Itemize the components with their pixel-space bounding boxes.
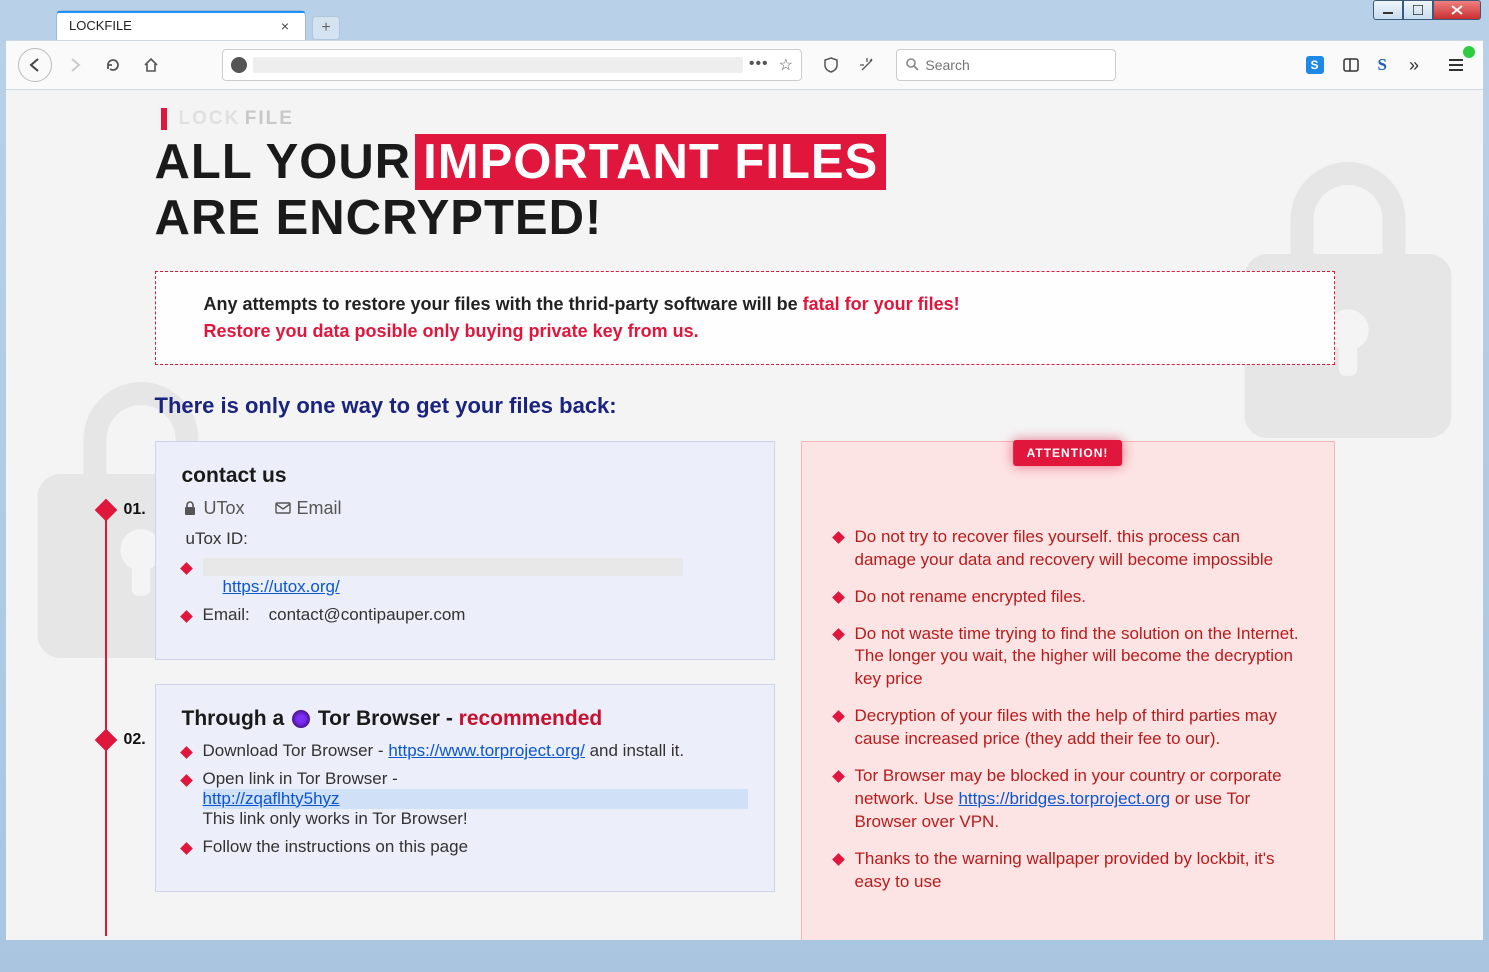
page-actions-icon[interactable]: ••• (749, 55, 769, 75)
contact-card: contact us UTox Email uTox ID: https://u… (155, 441, 775, 660)
utox-id-redacted (203, 558, 683, 576)
tab-title: LOCKFILE (69, 18, 132, 33)
utox-id-label: uTox ID: (186, 529, 248, 548)
headline-highlight: IMPORTANT FILES (415, 134, 886, 190)
contact-email: Email (275, 498, 342, 519)
timeline: 01. 02. (95, 501, 165, 776)
attention-badge: ATTENTION! (1013, 440, 1123, 466)
addon-stylus-icon[interactable]: S (1378, 55, 1387, 75)
warning-line1: Any attempts to restore your files with … (204, 294, 1286, 315)
bookmark-star-icon[interactable]: ☆ (779, 55, 793, 75)
diamond-icon (180, 842, 193, 855)
tor-heading: Through a Tor Browser - recommended (182, 707, 748, 731)
tab-strip: LOCKFILE × + (6, 6, 1483, 40)
browser-tab-active[interactable]: LOCKFILE × (56, 10, 306, 40)
attention-item: Decryption of your files with the help o… (834, 705, 1302, 751)
warning-box: Any attempts to restore your files with … (155, 271, 1335, 365)
warning-line2: Restore you data posible only buying pri… (204, 321, 1286, 342)
headline: ALL YOUR IMPORTANT FILES ARE ENCRYPTED! (155, 134, 1335, 247)
nav-forward-button (60, 50, 90, 80)
lock-icon (182, 500, 198, 516)
search-bar[interactable] (896, 49, 1116, 81)
window-maximize-button[interactable] (1403, 0, 1433, 20)
tor-onion-icon (292, 710, 310, 728)
diamond-icon (180, 562, 193, 575)
brand-row: LOCK FILE (155, 108, 1335, 130)
diamond-icon (832, 770, 845, 783)
onion-link[interactable]: http://zqaflhty5hyz (203, 789, 344, 809)
diamond-icon (832, 710, 845, 723)
step-number: 01. (124, 501, 146, 519)
url-bar[interactable]: ••• ☆ (222, 49, 802, 81)
window-close-button[interactable] (1433, 0, 1481, 20)
email-value: contact@contipauper.com (269, 605, 466, 624)
tor-card: Through a Tor Browser - recommended Down… (155, 684, 775, 892)
home-button[interactable] (136, 50, 166, 80)
diamond-icon (832, 628, 845, 641)
bridges-link[interactable]: https://bridges.torproject.org (958, 789, 1170, 808)
tor-step3: Follow the instructions on this page (203, 837, 469, 857)
browser-toolbar: ••• ☆ S S » (6, 40, 1483, 90)
contact-heading: contact us (182, 464, 748, 488)
sidebar-toggle-icon[interactable] (1336, 50, 1366, 80)
page-viewport: LOCK FILE ALL YOUR IMPORTANT FILES ARE E… (6, 90, 1483, 940)
attention-item: Do not rename encrypted files. (834, 586, 1302, 609)
search-input[interactable] (925, 57, 1107, 73)
diamond-icon (94, 728, 117, 751)
diamond-icon (832, 591, 845, 604)
brand-tick (161, 108, 167, 130)
diamond-icon (832, 853, 845, 866)
attention-item: Do not waste time trying to find the sol… (834, 623, 1302, 692)
headline-pre: ALL YOUR (155, 134, 412, 190)
reload-button[interactable] (98, 50, 128, 80)
new-tab-button[interactable]: + (312, 16, 340, 40)
diamond-icon (94, 498, 117, 521)
update-indicator-icon (1463, 46, 1475, 58)
brand-lock-text: LOCK (179, 108, 241, 129)
diamond-icon (180, 774, 193, 787)
contact-utox: UTox (182, 498, 245, 519)
brand-file-text: FILE (245, 108, 294, 129)
attention-item: Tor Browser may be blocked in your count… (834, 765, 1302, 834)
attention-item: Thanks to the warning wallpaper provided… (834, 848, 1302, 894)
tab-close-icon[interactable]: × (277, 18, 293, 34)
torproject-link[interactable]: https://www.torproject.org/ (388, 741, 585, 760)
utox-link[interactable]: https://utox.org/ (223, 577, 340, 596)
url-text-redacted (253, 57, 743, 73)
diamond-icon (180, 610, 193, 623)
email-label: Email: (203, 605, 250, 624)
tor-only-note: This link only works in Tor Browser! (203, 809, 468, 828)
mail-icon (275, 500, 291, 516)
diamond-icon (180, 746, 193, 759)
tor-open-label: Open link in Tor Browser - (203, 769, 398, 788)
overflow-menu-icon[interactable]: » (1399, 50, 1429, 80)
step-number: 02. (124, 731, 146, 749)
window-minimize-button[interactable] (1373, 0, 1403, 20)
search-icon (905, 57, 919, 73)
shield-tracking-icon[interactable] (816, 50, 846, 80)
site-identity-icon (231, 57, 247, 73)
headline-post: ARE ENCRYPTED! (155, 190, 603, 246)
nav-back-button[interactable] (18, 48, 52, 82)
attention-item: Do not try to recover files yourself. th… (834, 526, 1302, 572)
attention-panel: ATTENTION! Do not try to recover files y… (801, 441, 1335, 940)
app-menu-button[interactable] (1441, 50, 1471, 80)
sparkle-icon[interactable] (852, 50, 882, 80)
diamond-icon (832, 531, 845, 544)
addon-skype-icon[interactable]: S (1306, 56, 1324, 74)
subheading: There is only one way to get your files … (155, 393, 1335, 419)
